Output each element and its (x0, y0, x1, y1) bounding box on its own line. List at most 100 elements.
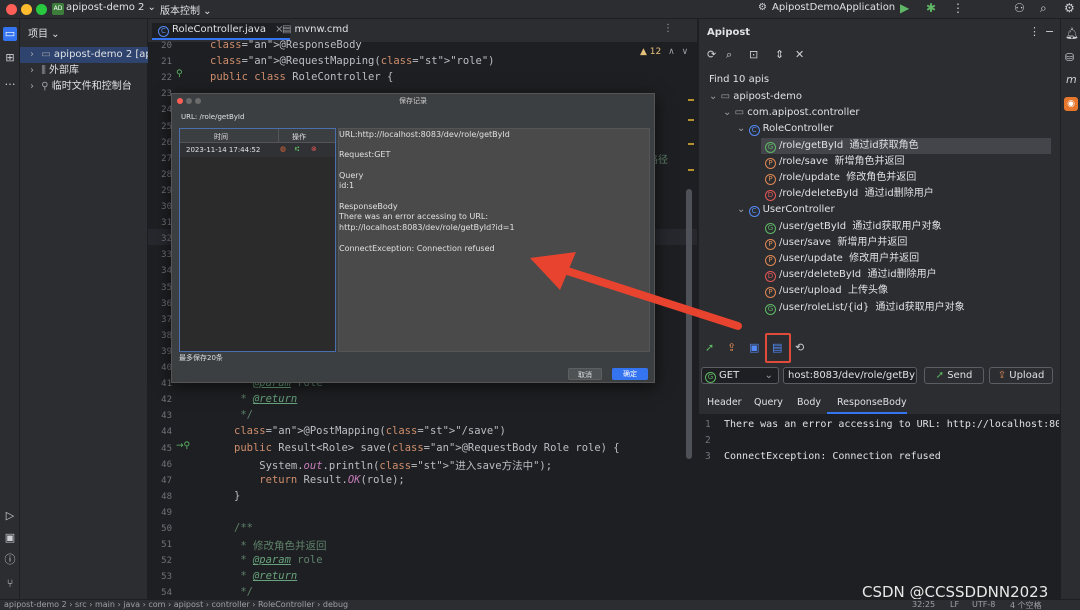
tree-api-item[interactable]: P/user/update 修改用户并返回 (765, 251, 919, 267)
line-number[interactable]: 21 (148, 57, 172, 67)
line-number[interactable]: 54 (148, 588, 172, 598)
settings-gear-icon[interactable]: ⚙ (1064, 1, 1075, 15)
more-tools-icon[interactable]: … (3, 75, 17, 89)
caret-position[interactable]: 32:25 (912, 600, 935, 609)
warning-marker[interactable] (688, 169, 694, 171)
line-number[interactable]: 29 (148, 186, 172, 196)
breadcrumb-item[interactable]: controller (212, 600, 250, 609)
line-number[interactable]: 20 (148, 41, 172, 51)
line-number[interactable]: 46 (148, 460, 172, 470)
tab-query[interactable]: Query (754, 397, 783, 408)
apipost-plugin-icon[interactable]: ◉ (1064, 97, 1078, 111)
line-number[interactable]: 50 (148, 524, 172, 534)
file-encoding[interactable]: UTF-8 (972, 600, 995, 609)
line-number[interactable]: 49 (148, 508, 172, 518)
line-number[interactable]: 51 (148, 540, 172, 550)
tree-root[interactable]: ⌄ ▭ apipost-demo (709, 89, 802, 105)
code-line[interactable]: System.out.println(class="st">"进入save方法中… (234, 458, 552, 473)
line-number[interactable]: 25 (148, 122, 172, 132)
code-line[interactable]: class="an">@RequestMapping(class="st">"r… (210, 55, 494, 67)
project-tree-item-scratches[interactable]: › ⚲ 临时文件和控制台 (20, 79, 148, 95)
response-line[interactable]: There was an error accessing to URL: htt… (724, 419, 1059, 430)
delete-record-icon[interactable]: ⊗ (311, 145, 317, 153)
project-folder-icon[interactable]: ▭ (3, 27, 17, 41)
line-number[interactable]: 39 (148, 347, 172, 357)
expand-all-icon[interactable]: ⇕ (775, 48, 784, 61)
line-number[interactable]: 36 (148, 299, 172, 309)
code-line[interactable]: public class RoleController { (210, 71, 393, 83)
problems-icon[interactable]: ⓘ (3, 553, 17, 567)
line-number[interactable]: 42 (148, 395, 172, 405)
warning-marker[interactable] (688, 143, 694, 145)
response-line[interactable]: ConnectException: Connection refused (724, 451, 1059, 462)
project-panel-title[interactable]: 项目 ⌄ (28, 25, 60, 40)
response-body-viewer[interactable] (699, 415, 1061, 599)
line-number[interactable]: 23 (148, 89, 172, 99)
send-request-icon[interactable]: ➚ (705, 341, 714, 354)
bean-icon[interactable]: ⚲ (176, 69, 183, 79)
close-window-button[interactable] (6, 4, 17, 15)
tree-api-item[interactable]: P/user/upload 上传头像 (765, 283, 888, 299)
upload-button[interactable]: ⇪ Upload (989, 367, 1053, 384)
breadcrumb-item[interactable]: apipost (174, 600, 203, 609)
collapse-all-icon[interactable]: ✕ (795, 48, 804, 61)
line-number[interactable]: 26 (148, 138, 172, 148)
tree-api-item[interactable]: G/user/roleList/{id} 通过id获取用户对象 (765, 300, 965, 316)
hide-panel-icon[interactable]: − (1045, 25, 1054, 38)
line-separator[interactable]: LF (950, 600, 959, 609)
tree-controller[interactable]: ⌄ C RoleController (737, 121, 833, 137)
cancel-button[interactable]: 取消 (568, 368, 602, 380)
tab-mvnw[interactable]: ▤ mvnw.cmd (276, 23, 354, 36)
add-user-icon[interactable]: ⚇ (1014, 1, 1025, 15)
indent-setting[interactable]: 4 个空格 (1010, 600, 1042, 610)
project-tree-item-root[interactable]: › ▭ apipost-demo 2 [ap (20, 47, 148, 63)
tab-header[interactable]: Header (707, 397, 742, 408)
line-number[interactable]: 22 (148, 73, 172, 83)
tree-api-item[interactable]: D/role/deleteById 通过id删除用户 (765, 186, 934, 202)
line-number[interactable]: 52 (148, 556, 172, 566)
tab-response-body[interactable]: ResponseBody (837, 397, 907, 408)
chevron-up-icon[interactable]: ∧ (668, 47, 675, 57)
line-number[interactable]: 47 (148, 476, 172, 486)
minimize-window-button[interactable] (21, 4, 32, 15)
structure-icon[interactable]: ⊞ (3, 51, 17, 65)
export-icon[interactable]: ⇪ (727, 341, 736, 354)
search-icon[interactable]: ⌕ (1040, 1, 1047, 16)
line-number[interactable]: 33 (148, 250, 172, 260)
line-number[interactable]: 37 (148, 315, 172, 325)
code-line[interactable]: } (234, 490, 240, 502)
terminal-icon[interactable]: ▣ (3, 531, 17, 545)
line-number[interactable]: 45 (148, 444, 172, 454)
chevron-down-icon[interactable]: ∨ (682, 47, 689, 57)
history-icon[interactable]: ⟲ (795, 341, 804, 354)
project-switcher[interactable]: apipost-demo 2 ⌄ (66, 2, 156, 13)
breadcrumb-item[interactable]: debug (323, 600, 348, 609)
line-number[interactable]: 38 (148, 331, 172, 341)
tab-body[interactable]: Body (797, 397, 821, 408)
view-record-icon[interactable]: ◍ (280, 145, 286, 153)
tab-role-controller[interactable]: C RoleController.java × (152, 23, 290, 40)
code-line[interactable]: return Result.OK(role); (234, 474, 404, 486)
breadcrumb-item[interactable]: RoleController (258, 600, 315, 609)
maven-icon[interactable]: m (1066, 73, 1077, 86)
tree-api-item[interactable]: P/role/save 新增角色并返回 (765, 154, 904, 170)
rerun-record-icon[interactable]: ⑆ (295, 145, 299, 153)
send-button[interactable]: ➚ Send (924, 367, 984, 384)
run-config-selector[interactable]: ApipostDemoApplication ⌄ (772, 2, 907, 13)
locate-icon[interactable]: ⊡ (749, 48, 758, 61)
database-icon[interactable]: ⛁ (1065, 51, 1074, 64)
search-icon[interactable]: ⌕ (726, 48, 732, 62)
save-history-icon[interactable]: ▤ (772, 341, 782, 354)
line-number[interactable]: 53 (148, 572, 172, 582)
breadcrumb-item[interactable]: com (148, 600, 165, 609)
code-line[interactable]: class="an">@ResponseBody (210, 39, 362, 51)
line-number[interactable]: 35 (148, 283, 172, 293)
url-input[interactable]: host:8083/dev/role/getById (783, 367, 917, 384)
run-icon[interactable]: ▶ (900, 1, 909, 15)
line-number[interactable]: 40 (148, 363, 172, 373)
breadcrumb-item[interactable]: apipost-demo 2 (4, 600, 67, 609)
warning-marker[interactable] (688, 99, 694, 101)
line-number[interactable]: 27 (148, 154, 172, 164)
project-tree-item-libraries[interactable]: › ⫼ 外部库 (20, 63, 148, 79)
line-number[interactable]: 34 (148, 266, 172, 276)
